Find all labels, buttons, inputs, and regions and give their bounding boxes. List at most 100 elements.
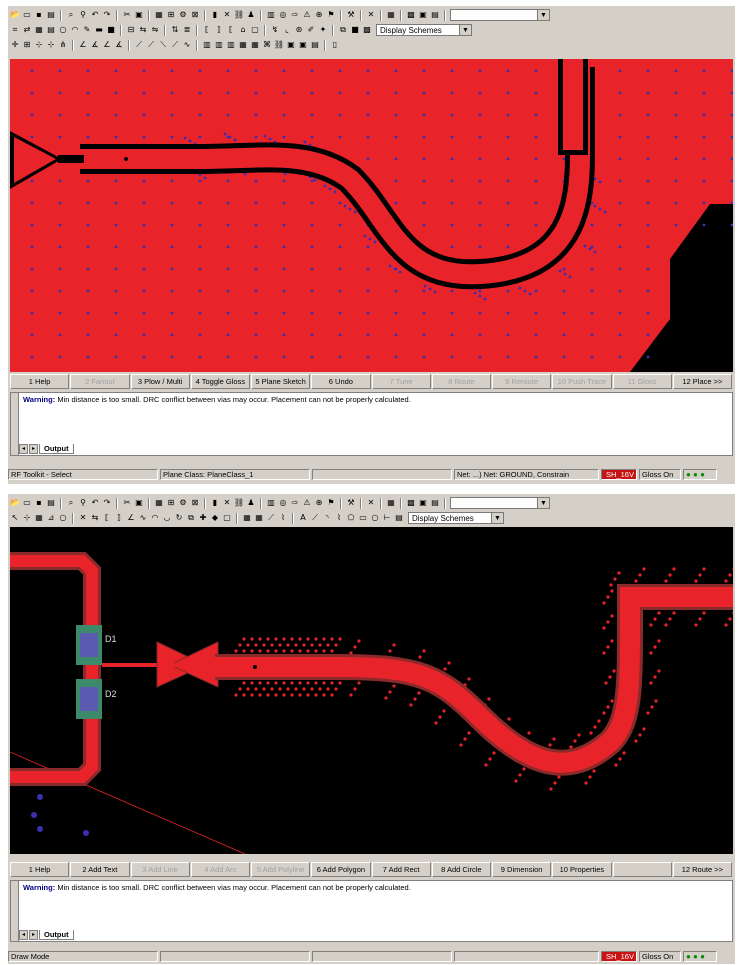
bracket-icon[interactable]: ⟧ [114, 513, 124, 523]
scroll-right-icon[interactable]: ▸ [29, 444, 38, 454]
chevron-down-icon[interactable]: ▼ [537, 10, 549, 20]
hook-icon[interactable]: ↯ [270, 25, 280, 35]
circle-icon[interactable]: ○ [370, 513, 380, 523]
undo-icon[interactable]: ↶ [90, 498, 100, 508]
arc-icon[interactable]: ◡ [162, 513, 172, 523]
sort-icon[interactable]: ⇅ [170, 25, 180, 35]
save-icon[interactable]: ▪ [34, 10, 44, 20]
scroll-left-icon[interactable]: ◂ [19, 444, 28, 454]
meter-icon[interactable]: ▣ [286, 40, 296, 50]
close-icon[interactable]: ✕ [366, 10, 376, 20]
table-icon[interactable]: ▦ [386, 498, 396, 508]
grid-icon[interactable]: ⊞ [22, 40, 32, 50]
square-icon[interactable]: ▢ [222, 513, 232, 523]
find-icon[interactable]: ⚲ [78, 498, 88, 508]
pen-icon[interactable]: ✐ [306, 25, 316, 35]
undo-icon[interactable]: ↶ [90, 10, 100, 20]
cross-icon[interactable]: ✕ [78, 513, 88, 523]
fkey-6[interactable]: 6 Add Polygon [311, 862, 371, 877]
library-icon[interactable]: ▩ [406, 498, 416, 508]
tab-output[interactable]: Output [39, 930, 74, 940]
layout-canvas-top[interactable] [10, 59, 733, 372]
warning-icon[interactable]: ⚠ [302, 498, 312, 508]
plus-icon[interactable]: ✚ [198, 513, 208, 523]
fkey-1[interactable]: 1 Help [10, 374, 70, 389]
open-icon[interactable]: 📂 [10, 498, 20, 508]
line-icon[interactable]: ⟋ [310, 513, 320, 523]
scroll-left-icon[interactable]: ◂ [19, 930, 28, 940]
open-icon[interactable]: 📂 [10, 10, 20, 20]
chart-icon[interactable]: ▥ [266, 498, 276, 508]
arc-icon[interactable]: ◠ [70, 25, 80, 35]
save-icon[interactable]: ▪ [34, 498, 44, 508]
properties-icon[interactable]: ▤ [394, 513, 404, 523]
link-icon[interactable]: ⛓ [234, 498, 244, 508]
snap-icon[interactable]: ⊹ [22, 513, 32, 523]
copy-icon[interactable]: ⧉ [186, 513, 196, 523]
fkey-2[interactable]: 2 Add Text [70, 862, 130, 877]
snap-icon[interactable]: ⊹ [34, 40, 44, 50]
arc-icon[interactable]: ◝ [322, 513, 332, 523]
diagonal-icon[interactable]: ⟍ [158, 40, 168, 50]
fkey-4[interactable]: 4 Toggle Gloss [190, 374, 250, 389]
layout-canvas-bottom[interactable]: D1 D2 [10, 527, 733, 854]
house-icon[interactable]: ⌂ [238, 25, 248, 35]
bracket-icon[interactable]: ⟧ [214, 25, 224, 35]
angle-icon[interactable]: ∡ [90, 40, 100, 50]
tag-icon[interactable]: ⌘ [262, 40, 272, 50]
fkey-2[interactable]: 2 Fanout [70, 374, 130, 389]
find-icon[interactable]: ⚲ [78, 10, 88, 20]
link-icon[interactable]: ⛓ [234, 10, 244, 20]
rect-icon[interactable]: ▭ [358, 513, 368, 523]
tools-icon[interactable]: ⚒ [346, 498, 356, 508]
pcb-plane-view[interactable] [10, 59, 733, 372]
delete-icon[interactable]: ▬ [94, 25, 104, 35]
fkey-5[interactable]: 5 Plane Sketch [251, 374, 311, 389]
swap-icon[interactable]: ⇆ [90, 513, 100, 523]
table-icon[interactable]: ▦ [238, 40, 248, 50]
grid-icon[interactable]: ⊠ [190, 498, 200, 508]
fkey-12[interactable]: 12 Route >> [672, 862, 732, 877]
circle-icon[interactable]: ○ [58, 25, 68, 35]
grid-icon[interactable]: ▦ [34, 513, 44, 523]
cut-icon[interactable]: ✂ [122, 10, 132, 20]
meter-icon[interactable]: ▣ [298, 40, 308, 50]
cross-icon[interactable]: ✕ [222, 498, 232, 508]
print-icon[interactable]: ▤ [46, 10, 56, 20]
fkey-8[interactable]: 8 Add Circle [431, 862, 491, 877]
curve-icon[interactable]: ∿ [182, 40, 192, 50]
column-icon[interactable]: ▥ [214, 40, 224, 50]
move-icon[interactable]: ⇄ [22, 25, 32, 35]
grid-icon[interactable]: ▦ [34, 25, 44, 35]
close-icon[interactable]: ✕ [366, 498, 376, 508]
target-icon[interactable]: ◎ [278, 10, 288, 20]
layers-icon[interactable]: ▦ [154, 10, 164, 20]
layers-icon[interactable]: ▦ [154, 498, 164, 508]
network-icon[interactable]: ⊞ [166, 10, 176, 20]
table-icon[interactable]: ▦ [242, 513, 252, 523]
pattern-icon[interactable]: ▩ [362, 25, 372, 35]
bracket-icon[interactable]: ⟦ [102, 513, 112, 523]
folder-icon[interactable]: ▭ [22, 10, 32, 20]
align-icon[interactable]: ≣ [182, 25, 192, 35]
component-icon[interactable]: ▮ [210, 498, 220, 508]
pin-icon[interactable]: ⊕ [314, 498, 324, 508]
polyline-icon[interactable]: ⌇ [334, 513, 344, 523]
dimension-icon[interactable]: ⊢ [382, 513, 392, 523]
print-icon[interactable]: ▤ [46, 498, 56, 508]
output-window-grip[interactable] [11, 881, 19, 941]
report-icon[interactable]: ▤ [430, 10, 440, 20]
person-icon[interactable]: ♟ [246, 498, 256, 508]
diagonal-icon[interactable]: ⟋ [170, 40, 180, 50]
rotate-icon[interactable]: ↻ [174, 513, 184, 523]
folder-icon[interactable]: ▭ [22, 498, 32, 508]
flag-icon[interactable]: ⚑ [326, 498, 336, 508]
fkey-12[interactable]: 12 Place >> [672, 374, 732, 389]
link-icon[interactable]: ⛓ [274, 40, 284, 50]
tab-output[interactable]: Output [39, 444, 74, 454]
report-icon[interactable]: ▤ [430, 498, 440, 508]
column-icon[interactable]: ▥ [202, 40, 212, 50]
library-icon[interactable]: ▩ [406, 10, 416, 20]
curve-icon[interactable]: ∿ [138, 513, 148, 523]
fkey-4[interactable]: 4 Add Arc [190, 862, 250, 877]
